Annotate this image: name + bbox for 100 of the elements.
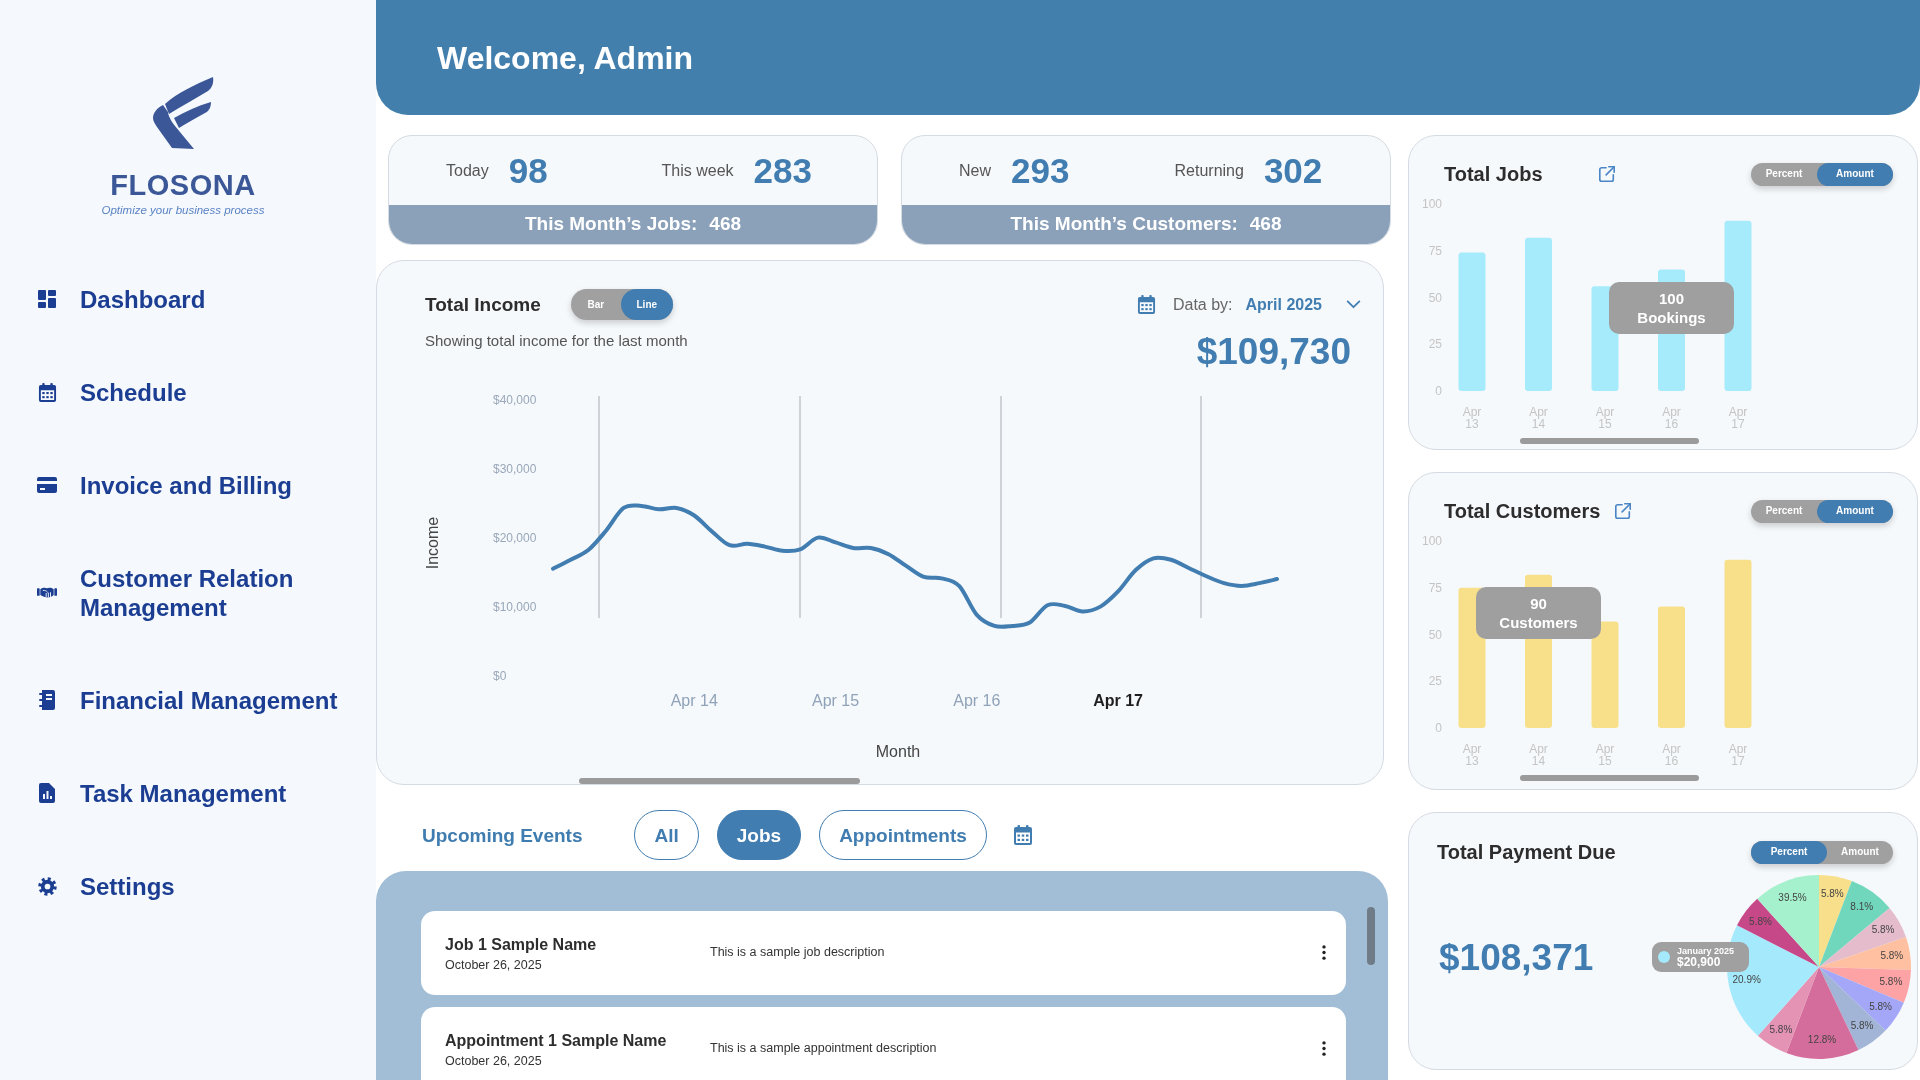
y-axis-label: $30,000: [493, 462, 537, 477]
event-description: This is a sample job description: [710, 944, 885, 960]
y-axis-label: 75: [1427, 243, 1442, 258]
event-date: October 26, 2025: [445, 1053, 543, 1069]
y-axis-label: $40,000: [493, 393, 537, 408]
x-axis-label: Apr 15: [1595, 406, 1615, 430]
x-axis-label: Apr 17: [1093, 692, 1143, 710]
kebab-menu-icon[interactable]: [1322, 1041, 1326, 1056]
event-card[interactable]: Job 1 Sample Name October 26, 2025 This is a sample job description: [421, 911, 1346, 995]
filter-button[interactable]: Jobs: [716, 810, 802, 860]
slice-label: 20.9%: [1732, 974, 1761, 986]
card-title: Total Income: [425, 295, 541, 314]
toggle-option[interactable]: Percent: [1751, 499, 1817, 523]
slice-label: 5.8%: [1850, 1020, 1874, 1032]
slice-label: 5.8%: [1869, 1001, 1892, 1012]
y-axis-label: $10,000: [493, 600, 537, 615]
y-axis-label: $20,000: [493, 531, 537, 546]
y-axis-label: 50: [1427, 290, 1442, 305]
x-axis-label: Apr 16: [1662, 743, 1681, 767]
x-axis-label: Apr 17: [1728, 743, 1748, 767]
nav-item[interactable]: Financial Management: [37, 685, 376, 715]
axis-title: Month: [875, 743, 921, 761]
stat-label: Today: [446, 160, 489, 181]
toggle-option[interactable]: Bar: [570, 289, 621, 320]
slice-label: 5.8%: [1880, 949, 1904, 961]
x-axis-label: Apr 15: [811, 692, 860, 710]
toggle-option[interactable]: Amount: [1817, 162, 1893, 186]
y-axis-label: 25: [1427, 337, 1442, 352]
event-description: This is a sample appointment description: [710, 1040, 937, 1056]
document-chart-icon: [39, 783, 55, 803]
stat-value: 283: [753, 153, 812, 188]
x-axis-label: Apr 16: [1662, 406, 1681, 430]
nav-item[interactable]: Task Management: [37, 778, 376, 808]
toggle-option[interactable]: Amount: [1817, 499, 1893, 523]
stat-value: 302: [1263, 153, 1323, 188]
page-title: Welcome, Admin: [437, 41, 694, 74]
calendar-icon[interactable]: [1012, 825, 1033, 845]
axis-title: Income: [424, 516, 442, 570]
scrollbar-thumb[interactable]: [1367, 907, 1375, 965]
toggle-option[interactable]: Amount: [1827, 840, 1893, 864]
stat-label: New: [959, 160, 991, 181]
y-axis-label: 75: [1427, 580, 1442, 595]
chevron-down-icon: [1346, 300, 1361, 309]
card-title: Total Jobs: [1444, 164, 1544, 184]
event-date: October 26, 2025: [445, 957, 543, 973]
event-title: Job 1 Sample Name: [445, 935, 598, 955]
slice-label: 12.8%: [1807, 1034, 1837, 1046]
nav-item[interactable]: Settings: [37, 871, 376, 901]
logo-icon: [152, 77, 214, 149]
toggle-option[interactable]: Percent: [1751, 162, 1817, 186]
notebook-icon: [39, 690, 55, 710]
y-axis-label: 25: [1427, 674, 1442, 689]
stat-value: 98: [508, 153, 548, 188]
brand-tagline: Optimize your business process: [101, 205, 265, 217]
grid-icon: [38, 290, 56, 308]
tooltip-label: January 2025: [1677, 946, 1735, 956]
stat-label: This week: [661, 160, 734, 181]
stat-value: 293: [1011, 153, 1070, 188]
tooltip-text: 90 Customers: [1499, 594, 1578, 632]
slice-label: 5.8%: [1871, 924, 1895, 936]
scrollbar-thumb[interactable]: [579, 778, 860, 784]
calendar-icon[interactable]: [1136, 295, 1156, 314]
slice-label: 5.8%: [1879, 976, 1903, 988]
x-axis-label: Apr 16: [953, 692, 1001, 710]
filter-label: Data by:: [1172, 294, 1233, 315]
gear-icon: [37, 876, 57, 896]
external-link-icon[interactable]: [1614, 502, 1633, 520]
nav-item[interactable]: Invoice and Billing: [37, 470, 376, 500]
slice-label: 5.8%: [1820, 888, 1844, 900]
y-axis-label: 100: [1420, 197, 1442, 211]
scrollbar-thumb[interactable]: [1520, 775, 1699, 781]
slice-label: 39.5%: [1778, 891, 1807, 903]
filter-button[interactable]: Appointments: [819, 810, 987, 860]
summary-label: This Month’s Customers:: [1010, 212, 1238, 237]
kebab-menu-icon[interactable]: [1322, 945, 1326, 960]
card-title: Total Customers: [1444, 501, 1601, 521]
slice-label: 8.1%: [1850, 900, 1874, 912]
slice-label: 5.8%: [1749, 915, 1772, 927]
event-title: Appointment 1 Sample Name: [445, 1031, 668, 1051]
nav-item[interactable]: Customer Relation Management: [37, 563, 376, 622]
event-card[interactable]: Appointment 1 Sample Name October 26, 2025 This is a sample appointment description: [421, 1007, 1346, 1080]
nav-item[interactable]: Schedule: [37, 377, 376, 407]
x-axis-label: Apr 13: [1462, 406, 1482, 430]
x-axis-label: Apr 17: [1728, 406, 1748, 430]
month-dropdown[interactable]: April 2025: [1245, 292, 1361, 317]
brand-name: FLOSONA: [110, 171, 256, 200]
y-axis-label: 100: [1420, 534, 1442, 548]
toggle-option[interactable]: Line: [620, 289, 673, 320]
filter-button[interactable]: All: [634, 810, 699, 860]
handshake-icon: [37, 585, 57, 600]
tooltip-text: 100 Bookings: [1637, 289, 1706, 327]
stat-label: Returning: [1174, 160, 1244, 181]
calendar-icon: [37, 382, 57, 402]
toggle-option[interactable]: Percent: [1751, 840, 1827, 864]
nav-item[interactable]: Dashboard: [37, 284, 376, 314]
x-axis-label: Apr 14: [1529, 743, 1548, 767]
external-link-icon[interactable]: [1598, 165, 1616, 183]
y-axis-label: 50: [1427, 627, 1442, 642]
x-axis-label: Apr 14: [1529, 406, 1548, 430]
scrollbar-thumb[interactable]: [1520, 438, 1699, 444]
